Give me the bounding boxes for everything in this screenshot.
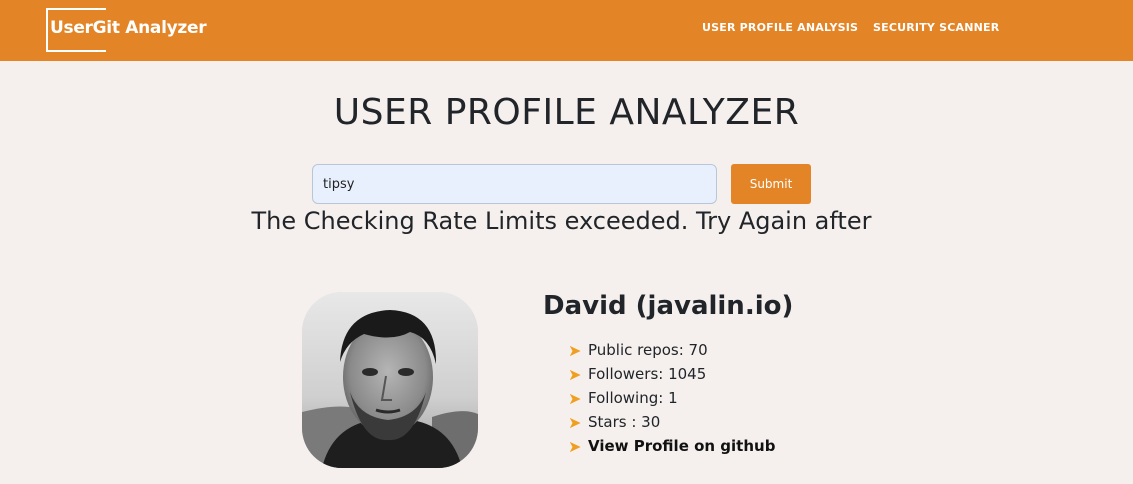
- logo-text: UserGit Analyzer: [50, 18, 207, 38]
- submit-button[interactable]: Submit: [731, 164, 811, 204]
- arrow-right-icon: ➤: [568, 388, 582, 408]
- avatar: [302, 292, 478, 468]
- profile-name: David (javalin.io): [543, 291, 794, 321]
- stat-following: ➤ Following: 1: [568, 386, 775, 410]
- stat-text: Followers: 1045: [588, 365, 707, 383]
- profile-stats-list: ➤ Public repos: 70 ➤ Followers: 1045 ➤ F…: [568, 338, 775, 458]
- stat-public-repos: ➤ Public repos: 70: [568, 338, 775, 362]
- arrow-right-icon: ➤: [568, 436, 582, 456]
- username-input[interactable]: [312, 164, 717, 204]
- page-title: USER PROFILE ANALYZER: [333, 92, 800, 133]
- avatar-portrait: [302, 292, 478, 468]
- github-profile-link[interactable]: View Profile on github: [588, 437, 775, 455]
- logo[interactable]: UserGit Analyzer: [46, 8, 207, 52]
- stat-text: Public repos: 70: [588, 341, 708, 359]
- arrow-right-icon: ➤: [568, 364, 582, 384]
- github-profile-link-item[interactable]: ➤ View Profile on github: [568, 434, 775, 458]
- arrow-right-icon: ➤: [568, 412, 582, 432]
- stat-followers: ➤ Followers: 1045: [568, 362, 775, 386]
- rate-limit-message: The Checking Rate Limits exceeded. Try A…: [251, 207, 872, 235]
- nav-user-profile-analysis[interactable]: USER PROFILE ANALYSIS: [702, 21, 858, 34]
- arrow-right-icon: ➤: [568, 340, 582, 360]
- stat-text: Stars : 30: [588, 413, 661, 431]
- nav-security-scanner[interactable]: SECURITY SCANNER: [873, 21, 999, 34]
- stat-text: Following: 1: [588, 389, 678, 407]
- navbar: UserGit Analyzer USER PROFILE ANALYSIS S…: [0, 0, 1133, 61]
- stat-stars: ➤ Stars : 30: [568, 410, 775, 434]
